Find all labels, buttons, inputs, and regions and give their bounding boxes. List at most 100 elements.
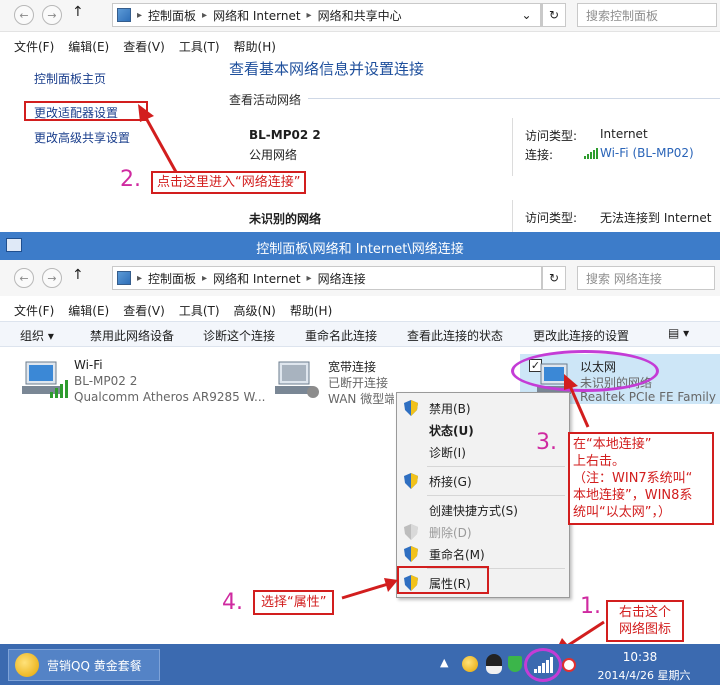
refresh-button[interactable]: ↻ <box>542 266 566 290</box>
menu-item-rename[interactable]: 重命名(M) <box>397 543 569 565</box>
adapter-name[interactable]: 宽带连接 <box>328 358 376 375</box>
forward-button[interactable]: → <box>42 268 62 288</box>
menu-tools[interactable]: 工具(T) <box>179 302 220 319</box>
address-dropdown[interactable]: ⌄ <box>513 3 541 27</box>
view-status-button[interactable]: 查看此连接的状态 <box>407 327 503 344</box>
crumb[interactable]: 网络连接 <box>318 270 366 287</box>
step-3-callout: 在“本地连接” 上右击。 （注：WIN7系统叫“ 本地连接”，WIN8系 统叫“… <box>568 432 714 525</box>
control-panel-icon <box>117 8 131 22</box>
wifi-adapter-icon <box>22 361 68 398</box>
access-type-value: 无法连接到 Internet <box>600 211 712 225</box>
crumb[interactable]: 控制面板 <box>148 270 196 287</box>
menu-edit[interactable]: 编辑(E) <box>68 302 109 319</box>
shield-icon <box>404 546 418 562</box>
connection-label: 连接: <box>525 148 554 162</box>
step-1-callout: 右击这个 网络图标 <box>606 600 684 642</box>
window-title: 控制面板\网络和 Internet\网络连接 <box>256 242 464 257</box>
search-input[interactable]: 搜索 网络连接 <box>577 266 715 290</box>
tray-shield-icon[interactable] <box>508 656 522 672</box>
menu-view[interactable]: 查看(V) <box>123 302 165 319</box>
signal-bars-icon <box>584 148 598 159</box>
volume-muted-icon[interactable] <box>562 658 576 672</box>
column-divider <box>512 200 513 232</box>
menu-advanced[interactable]: 高级(N) <box>234 302 276 319</box>
menu-item-bridge[interactable]: 桥接(G) <box>397 470 569 492</box>
tray-overflow-icon[interactable]: ▲ <box>440 656 448 669</box>
clock-time[interactable]: 10:38 <box>608 650 672 664</box>
access-type-label: 访问类型: <box>525 211 578 225</box>
shield-icon <box>404 400 418 416</box>
control-panel-icon <box>117 271 131 285</box>
adapter-name[interactable]: Wi-Fi <box>74 358 103 372</box>
back-button[interactable]: ← <box>14 5 34 25</box>
adapter-device: Qualcomm Atheros AR9285 W... <box>74 390 266 404</box>
access-type-value: Internet <box>600 127 648 141</box>
arrow-step4 <box>341 578 398 600</box>
taskbar-app-button[interactable]: 营销QQ 黄金套餐 <box>8 649 160 681</box>
address-bar[interactable]: ▸ 控制面板 ▸ 网络和 Internet ▸ 网络连接 <box>112 266 542 290</box>
menu-help[interactable]: 帮助(H) <box>234 38 276 55</box>
menu-file[interactable]: 文件(F) <box>14 302 54 319</box>
arrow-step3 <box>564 374 590 428</box>
menu-separator <box>427 495 565 496</box>
menu-item-create-shortcut[interactable]: 创建快捷方式(S) <box>397 499 569 521</box>
menu-view[interactable]: 查看(V) <box>123 38 165 55</box>
back-button[interactable]: ← <box>14 268 34 288</box>
network-icon-ellipse <box>524 648 562 682</box>
qq-marketing-icon <box>15 653 39 677</box>
crumb[interactable]: 网络和共享中心 <box>318 7 402 24</box>
sidebar-advanced-sharing-link[interactable]: 更改高级共享设置 <box>34 129 130 146</box>
crumb[interactable]: 控制面板 <box>148 7 196 24</box>
bg-window: ← → ↑ ▸ 控制面板 ▸ 网络和 Internet ▸ 网络和共享中心 ⌄ ↻ 搜… <box>0 0 720 232</box>
step-4-callout: 选择“属性” <box>253 590 335 615</box>
up-arrow-icon[interactable]: ↑ <box>72 267 84 283</box>
network-name: 未识别的网络 <box>249 212 322 226</box>
menu-help[interactable]: 帮助(H) <box>290 302 332 319</box>
page-title: 查看基本网络信息并设置连接 <box>229 60 425 78</box>
menu-item-disable[interactable]: 禁用(B) <box>397 397 569 419</box>
search-input[interactable]: 搜索控制面板 <box>577 3 717 27</box>
active-networks-label: 查看活动网络 <box>229 93 302 107</box>
forward-button[interactable]: → <box>42 5 62 25</box>
shield-icon <box>404 473 418 489</box>
network-type-link[interactable]: 公用网络 <box>249 146 297 163</box>
adapter-status: BL-MP02 2 <box>74 374 138 388</box>
step-2-callout: 点击这里进入“网络连接” <box>151 171 307 194</box>
adapter-status: 已断开连接 <box>328 376 389 390</box>
network-name: BL-MP02 2 <box>249 128 321 142</box>
menu-bar: 文件(F) 编辑(E) 查看(V) 工具(T) 帮助(H) <box>14 38 290 55</box>
step-3-number: 3. <box>536 430 557 455</box>
shield-icon <box>404 524 418 540</box>
access-type-label: 访问类型: <box>525 129 578 143</box>
crumb[interactable]: 网络和 Internet <box>213 7 300 24</box>
sidebar-adapter-settings-link[interactable]: 更改适配器设置 <box>34 104 118 121</box>
diagnose-button[interactable]: 诊断这个连接 <box>203 327 275 344</box>
disable-device-button[interactable]: 禁用此网络设备 <box>90 327 174 344</box>
menu-tools[interactable]: 工具(T) <box>179 38 220 55</box>
rename-button[interactable]: 重命名此连接 <box>305 327 377 344</box>
wifi-connection-link[interactable]: Wi-Fi (BL-MP02) <box>600 146 694 160</box>
adapter-device: WAN 微型端 <box>328 392 394 406</box>
sidebar-home-link[interactable]: 控制面板主页 <box>34 70 106 87</box>
crumb[interactable]: 网络和 Internet <box>213 270 300 287</box>
qq-penguin-icon[interactable] <box>486 654 502 674</box>
view-options-icon[interactable]: ▤ ▾ <box>668 326 689 340</box>
refresh-button[interactable]: ↻ <box>542 3 566 27</box>
tray-app-icon[interactable] <box>462 656 478 672</box>
up-arrow-icon[interactable]: ↑ <box>72 4 86 20</box>
step-2-number: 2. <box>120 167 141 192</box>
properties-highlight-box <box>397 566 489 594</box>
change-settings-button[interactable]: 更改此连接的设置 <box>533 327 629 344</box>
organize-button[interactable]: 组织 ▾ <box>20 327 54 344</box>
address-bar[interactable]: ▸ 控制面板 ▸ 网络和 Internet ▸ 网络和共享中心 <box>112 3 542 27</box>
step-1-number: 1. <box>580 594 601 619</box>
clock-date[interactable]: 2014/4/26 星期六 <box>588 667 700 683</box>
step-4-number: 4. <box>222 590 243 615</box>
menu-separator <box>427 466 565 467</box>
menu-file[interactable]: 文件(F) <box>14 38 54 55</box>
broadband-adapter-icon <box>275 361 319 398</box>
menu-edit[interactable]: 编辑(E) <box>68 38 109 55</box>
menu-item-delete: 删除(D) <box>397 521 569 543</box>
menu-bar: 文件(F) 编辑(E) 查看(V) 工具(T) 高级(N) 帮助(H) <box>14 302 346 319</box>
column-divider <box>512 118 513 176</box>
